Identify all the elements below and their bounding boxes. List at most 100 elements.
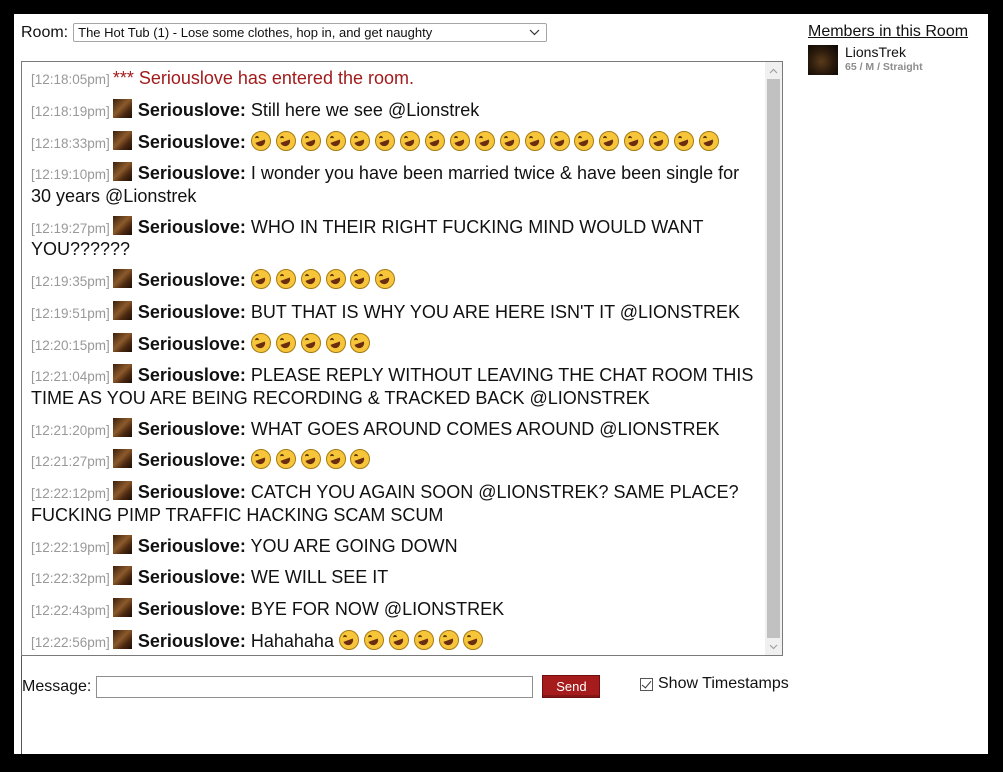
user-avatar-icon[interactable]: [112, 98, 132, 118]
message-username[interactable]: Seriouslove:: [138, 536, 246, 556]
message-text: Still here we see @Lionstrek: [250, 99, 480, 120]
chevron-down-icon: [529, 29, 540, 36]
laughing-emoji-icon: [275, 130, 296, 151]
message-username[interactable]: Seriouslove:: [138, 567, 246, 587]
laughing-emoji-icon: [375, 268, 396, 289]
message-timestamp: [12:21:27pm]: [31, 454, 110, 470]
system-message: [12:18:05pm] *** Seriouslove has entered …: [31, 68, 757, 91]
laughing-emoji-icon: [250, 130, 271, 151]
laughing-emoji-icon: [350, 268, 371, 289]
message-timestamp: [12:19:51pm]: [31, 305, 110, 321]
members-title[interactable]: Members in this Room: [808, 23, 978, 41]
user-avatar-icon[interactable]: [112, 481, 132, 501]
laughing-emoji-icon: [250, 268, 271, 289]
message-username[interactable]: Seriouslove:: [138, 163, 246, 183]
laughing-emoji-icon: [363, 629, 384, 650]
divider: [21, 656, 22, 754]
show-timestamps-toggle[interactable]: Show Timestamps: [640, 675, 789, 693]
message-text: Hahahaha: [250, 630, 334, 651]
member-item[interactable]: LionsTrek 65 / M / Straight: [808, 45, 978, 75]
system-message-text: *** Seriouslove has entered the room.: [112, 68, 414, 88]
scrollbar-thumb[interactable]: [767, 79, 780, 638]
laughing-emoji-icon: [425, 130, 446, 151]
chat-message: [12:18:33pm] Seriouslove:: [31, 130, 757, 155]
message-timestamp: [12:22:12pm]: [31, 486, 110, 502]
user-avatar-icon[interactable]: [112, 629, 132, 649]
laughing-emoji-icon: [350, 130, 371, 151]
user-avatar-icon[interactable]: [112, 300, 132, 320]
show-timestamps-checkbox[interactable]: [640, 677, 653, 691]
chat-message: [12:21:04pm] Seriouslove: PLEASE REPLY WI…: [31, 364, 757, 409]
send-button[interactable]: Send: [542, 675, 601, 698]
user-avatar-icon[interactable]: [112, 534, 132, 554]
message-username[interactable]: Seriouslove:: [138, 599, 246, 619]
message-timestamp: [12:18:33pm]: [31, 135, 110, 151]
laughing-emoji-icon: [413, 629, 434, 650]
laughing-emoji-icon: [275, 268, 296, 289]
message-username[interactable]: Seriouslove:: [138, 100, 246, 120]
laughing-emoji-icon: [300, 332, 321, 353]
message-input[interactable]: [96, 675, 534, 698]
laughing-emoji-icon: [388, 629, 409, 650]
composer-row: Message: Send: [22, 675, 601, 698]
user-avatar-icon[interactable]: [112, 215, 132, 235]
user-avatar-icon[interactable]: [112, 332, 132, 352]
laughing-emoji-icon: [499, 130, 520, 151]
message-username[interactable]: Seriouslove:: [138, 270, 246, 290]
message-username[interactable]: Seriouslove:: [138, 450, 246, 470]
message-label: Message:: [22, 677, 92, 695]
laughing-emoji-icon: [300, 130, 321, 151]
chat-message: [12:21:27pm] Seriouslove:: [31, 449, 757, 473]
message-username[interactable]: Seriouslove:: [138, 365, 246, 385]
member-name[interactable]: LionsTrek: [845, 45, 923, 60]
message-text: BUT THAT IS WHY YOU ARE HERE ISN'T IT @L…: [250, 301, 741, 322]
laughing-emoji-icon: [250, 449, 271, 470]
user-avatar-icon[interactable]: [112, 130, 132, 150]
chat-message: [12:20:15pm] Seriouslove:: [31, 332, 757, 357]
chat-message: [12:19:10pm] Seriouslove: I wonder you ha…: [31, 162, 757, 207]
message-username[interactable]: Seriouslove:: [138, 419, 246, 439]
chat-scrollbar[interactable]: [765, 62, 782, 655]
laughing-emoji-icon: [300, 268, 321, 289]
laughing-emoji-icon: [698, 130, 719, 151]
laughing-emoji-icon: [574, 130, 595, 151]
user-avatar-icon[interactable]: [112, 417, 132, 437]
user-avatar-icon[interactable]: [112, 566, 132, 586]
message-username[interactable]: Seriouslove:: [138, 334, 246, 354]
laughing-emoji-icon: [325, 268, 346, 289]
message-text: WHO IN THEIR RIGHT FUCKING MIND WOULD WA…: [31, 216, 704, 260]
scroll-down-arrow-icon[interactable]: [765, 638, 782, 655]
laughing-emoji-icon: [524, 130, 545, 151]
message-username[interactable]: Seriouslove:: [138, 132, 246, 152]
message-username[interactable]: Seriouslove:: [138, 302, 246, 322]
user-avatar-icon[interactable]: [112, 364, 132, 384]
message-timestamp: [12:18:19pm]: [31, 103, 110, 119]
message-list: [12:18:05pm] *** Seriouslove has entered …: [22, 62, 765, 655]
user-avatar-icon[interactable]: [112, 268, 132, 288]
message-username[interactable]: Seriouslove:: [138, 482, 246, 502]
user-avatar-icon[interactable]: [112, 162, 132, 182]
message-timestamp: [12:19:10pm]: [31, 167, 110, 183]
message-timestamp: [12:21:04pm]: [31, 369, 110, 385]
laughing-emoji-icon: [463, 629, 484, 650]
laughing-emoji-icon: [549, 130, 570, 151]
chat-log[interactable]: [12:18:05pm] *** Seriouslove has entered …: [21, 61, 783, 656]
message-timestamp: [12:19:35pm]: [31, 273, 110, 289]
chat-message: [12:22:32pm] Seriouslove: WE WILL SEE IT: [31, 566, 757, 590]
room-select-value: The Hot Tub (1) - Lose some clothes, hop…: [78, 25, 433, 40]
laughing-emoji-icon: [438, 629, 459, 650]
laughing-emoji-icon: [350, 449, 371, 470]
chat-message: [12:19:35pm] Seriouslove:: [31, 268, 757, 293]
message-text: WHAT GOES AROUND COMES AROUND @LIONSTREK: [250, 418, 720, 439]
message-username[interactable]: Seriouslove:: [138, 217, 246, 237]
message-username[interactable]: Seriouslove:: [138, 631, 246, 651]
scroll-up-arrow-icon[interactable]: [765, 62, 782, 79]
message-timestamp: [12:22:19pm]: [31, 539, 110, 555]
laughing-emoji-icon: [350, 332, 371, 353]
room-select[interactable]: The Hot Tub (1) - Lose some clothes, hop…: [73, 23, 548, 42]
laughing-emoji-icon: [474, 130, 495, 151]
member-avatar[interactable]: [808, 45, 838, 75]
user-avatar-icon[interactable]: [112, 598, 132, 618]
member-info: 65 / M / Straight: [845, 61, 923, 73]
user-avatar-icon[interactable]: [112, 449, 132, 469]
